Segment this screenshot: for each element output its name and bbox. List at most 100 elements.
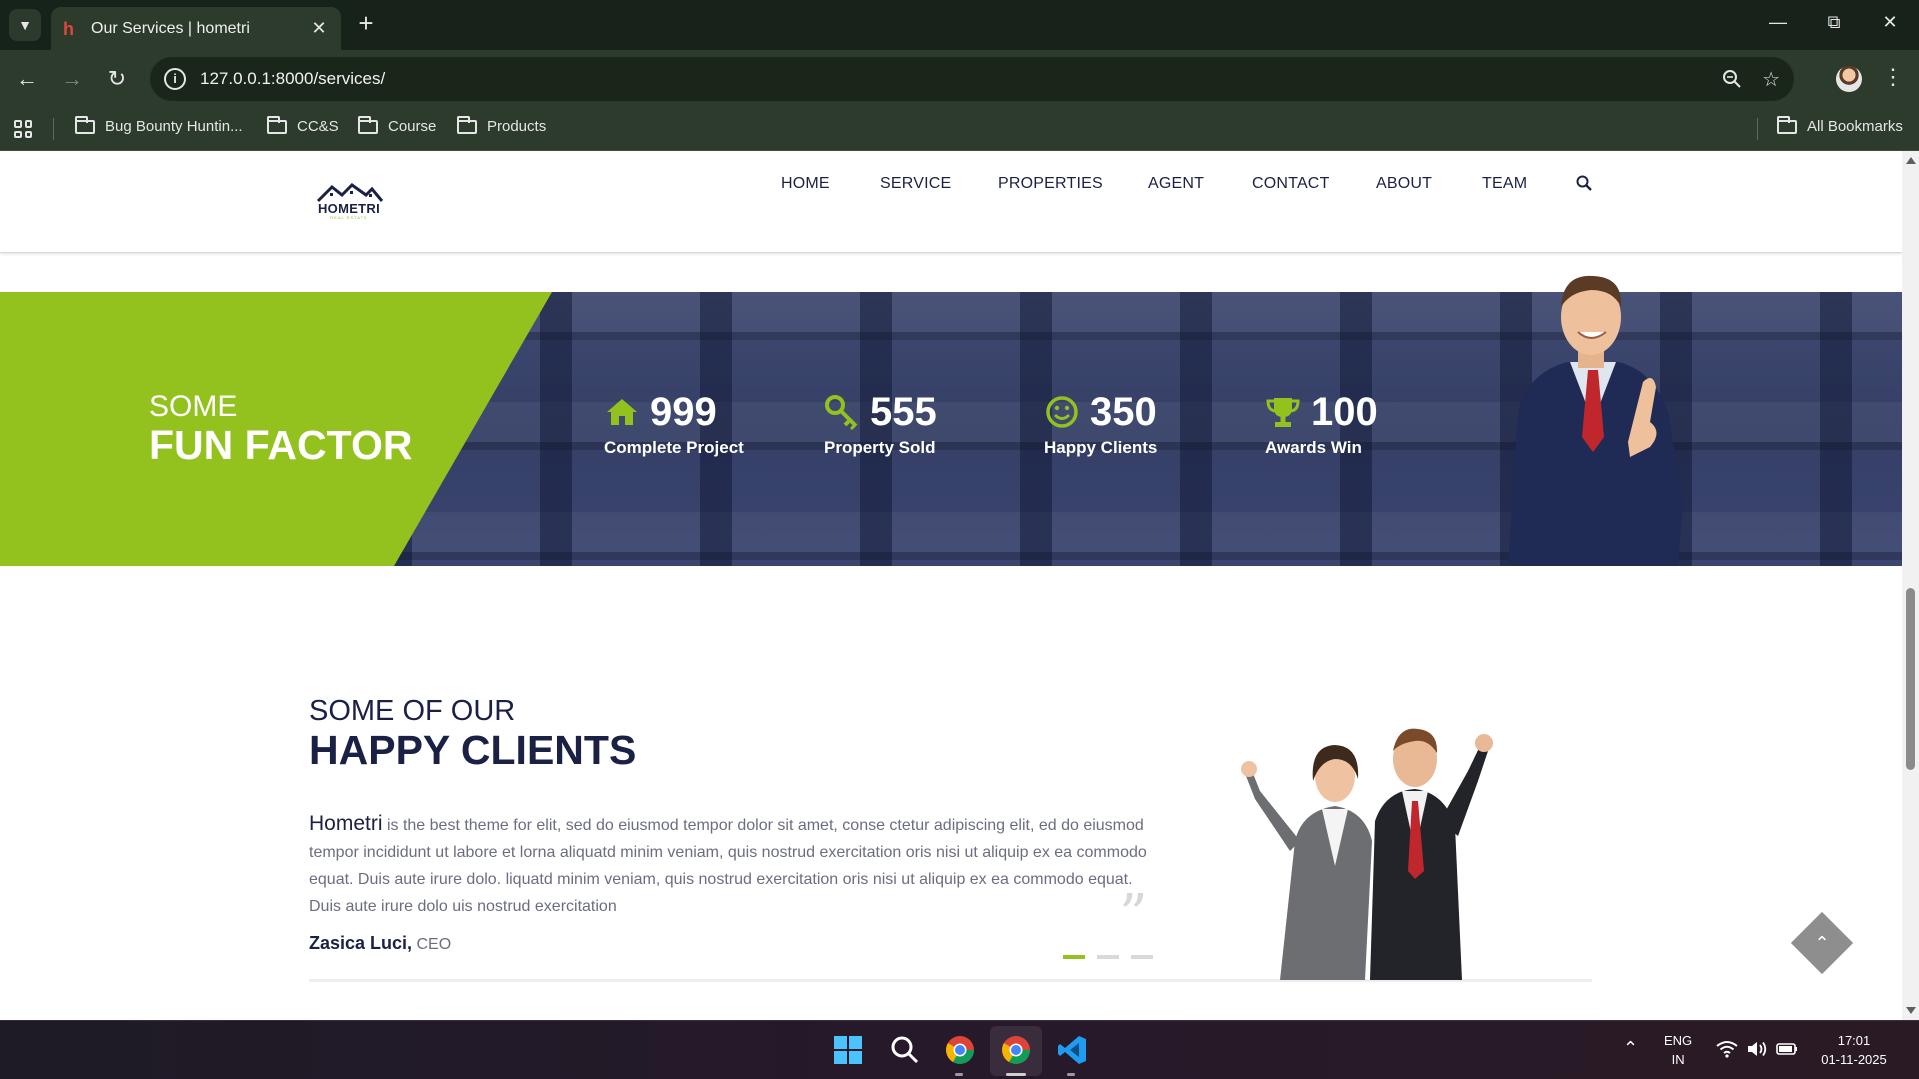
site-logo[interactable]: HOMETRI REAL ESTATE	[314, 179, 384, 223]
windows-start-icon[interactable]	[832, 1034, 864, 1066]
testimonial-brand: Hometri	[309, 812, 383, 835]
all-bookmarks-button[interactable]: All Bookmarks	[1777, 115, 1903, 135]
running-indicator	[1067, 1073, 1075, 1076]
page-scrollbar[interactable]	[1902, 151, 1919, 1020]
testimonial-author: Zasica Luci, CEO	[309, 933, 451, 954]
stat-label: Property Sold	[824, 438, 936, 457]
apps-grid-icon[interactable]	[14, 120, 32, 138]
region-code: IN	[1671, 1052, 1685, 1067]
new-tab-button[interactable]: +	[352, 10, 380, 38]
bookmark-folder[interactable]: Course	[358, 115, 437, 135]
folder-icon	[1777, 115, 1797, 134]
fun-factor-subtitle: SOME	[149, 390, 238, 423]
nav-properties[interactable]: PROPERTIES	[998, 175, 1103, 193]
close-window-button[interactable]: ✕	[1878, 12, 1902, 33]
tab-close-icon[interactable]: ✕	[309, 18, 329, 39]
happy-clients-image	[1241, 728, 1493, 980]
stat-label: Complete Project	[604, 438, 744, 457]
tab-search-button[interactable]: ▼	[9, 9, 41, 41]
volume-icon[interactable]	[1746, 1040, 1768, 1058]
pagination-dot[interactable]	[1097, 955, 1119, 959]
back-button[interactable]: ←	[12, 64, 42, 94]
bookmark-star-icon[interactable]: ☆	[1762, 67, 1780, 92]
nav-home[interactable]: HOME	[781, 175, 830, 193]
chrome-icon[interactable]	[944, 1034, 976, 1066]
author-role: CEO	[412, 936, 452, 953]
nav-team[interactable]: TEAM	[1482, 175, 1527, 193]
logo-text: HOMETRI	[317, 201, 381, 216]
house-logo-icon	[316, 183, 384, 203]
stat-label: Awards Win	[1265, 438, 1362, 457]
testimonial-body: is the best theme for elit, sed do eiusm…	[309, 817, 1147, 915]
testimonial-pagination	[1063, 955, 1153, 959]
stat-value: 999	[650, 390, 717, 434]
tab-title: Our Services | hometri	[91, 19, 250, 37]
clock-time: 17:01	[1837, 1033, 1871, 1048]
chrome-profile-icon[interactable]	[1000, 1034, 1032, 1066]
zoom-icon[interactable]	[1722, 69, 1742, 89]
nav-service[interactable]: SERVICE	[880, 175, 951, 193]
bookmarks-bar: Bug Bounty Huntin... CC&S Course Product…	[0, 108, 1919, 151]
address-bar[interactable]: i 127.0.0.1:8000/services/ ☆	[150, 57, 1794, 101]
search-icon[interactable]	[889, 1034, 921, 1066]
page-viewport: HOMETRI REAL ESTATE HOME SERVICE PROPERT…	[0, 151, 1902, 1020]
nav-agent[interactable]: AGENT	[1148, 175, 1204, 193]
author-name: Zasica Luci,	[309, 933, 413, 953]
running-indicator	[955, 1073, 963, 1076]
search-icon[interactable]	[1576, 175, 1592, 191]
profile-avatar[interactable]	[1836, 66, 1862, 92]
language-indicator[interactable]: ENG IN	[1664, 1031, 1692, 1069]
bookmark-folder[interactable]: Products	[457, 115, 546, 135]
vscode-icon[interactable]	[1056, 1034, 1088, 1066]
menu-icon[interactable]: ⋮	[1882, 64, 1904, 90]
pagination-dot[interactable]	[1131, 955, 1153, 959]
bookmark-label: Bug Bounty Huntin...	[105, 118, 243, 135]
businessman-image	[1508, 275, 1683, 566]
stat-value: 100	[1311, 390, 1378, 434]
windows-taskbar: ⌃ ENG IN 17:01 01-11-2025	[0, 1020, 1919, 1079]
scroll-up-arrow-icon[interactable]	[1906, 157, 1916, 164]
stat-label: Happy Clients	[1044, 438, 1158, 457]
minimize-button[interactable]: —	[1766, 12, 1790, 33]
restore-button[interactable]: ⧉	[1822, 12, 1846, 33]
bookmarks-separator	[53, 118, 54, 140]
fun-factor-title: FUN FACTOR	[149, 422, 413, 468]
nav-about[interactable]: ABOUT	[1376, 175, 1432, 193]
pagination-dot[interactable]	[1063, 955, 1085, 959]
folder-icon	[457, 115, 477, 134]
bookmark-folder[interactable]: Bug Bounty Huntin...	[75, 115, 243, 135]
forward-button[interactable]: →	[57, 64, 87, 94]
logo-tagline: REAL ESTATE	[330, 215, 368, 220]
bookmark-label: Course	[388, 118, 437, 135]
clock[interactable]: 17:01 01-11-2025	[1814, 1031, 1894, 1069]
url-text[interactable]: 127.0.0.1:8000/services/	[200, 69, 1702, 89]
stat-value: 555	[870, 390, 937, 434]
active-indicator	[1006, 1073, 1026, 1076]
chevron-up-icon[interactable]: ⌃	[1811, 932, 1833, 954]
browser-toolbar: ← → ↻ i 127.0.0.1:8000/services/ ☆ ⋮	[0, 50, 1919, 108]
key-icon	[825, 395, 858, 430]
clock-date: 01-11-2025	[1821, 1052, 1887, 1067]
home-icon	[607, 399, 637, 425]
stat-awards-win: 100 Awards Win	[1265, 392, 1378, 458]
show-hidden-icons-chevron-icon[interactable]: ⌃	[1623, 1038, 1638, 1059]
bookmark-folder[interactable]: CC&S	[267, 115, 339, 135]
clients-title: HAPPY CLIENTS	[309, 727, 637, 773]
stat-value: 350	[1090, 390, 1157, 434]
scroll-thumb[interactable]	[1906, 588, 1915, 770]
browser-tab[interactable]: h Our Services | hometri ✕	[51, 7, 341, 50]
battery-icon[interactable]	[1776, 1041, 1798, 1057]
site-info-icon[interactable]: i	[164, 68, 186, 90]
bookmark-label: CC&S	[297, 118, 339, 135]
site-favicon-icon: h	[63, 18, 74, 39]
wifi-icon[interactable]	[1716, 1040, 1738, 1058]
reload-button[interactable]: ↻	[102, 64, 132, 94]
trophy-icon	[1266, 398, 1300, 427]
folder-icon	[358, 115, 378, 134]
nav-contact[interactable]: CONTACT	[1252, 175, 1330, 193]
bookmarks-separator	[1757, 118, 1758, 140]
testimonial-text: Hometri is the best theme for elit, sed …	[309, 810, 1159, 920]
scroll-down-arrow-icon[interactable]	[1906, 1007, 1916, 1014]
stat-happy-clients: 350 Happy Clients	[1044, 392, 1157, 458]
stat-property-sold: 555 Property Sold	[824, 392, 937, 458]
